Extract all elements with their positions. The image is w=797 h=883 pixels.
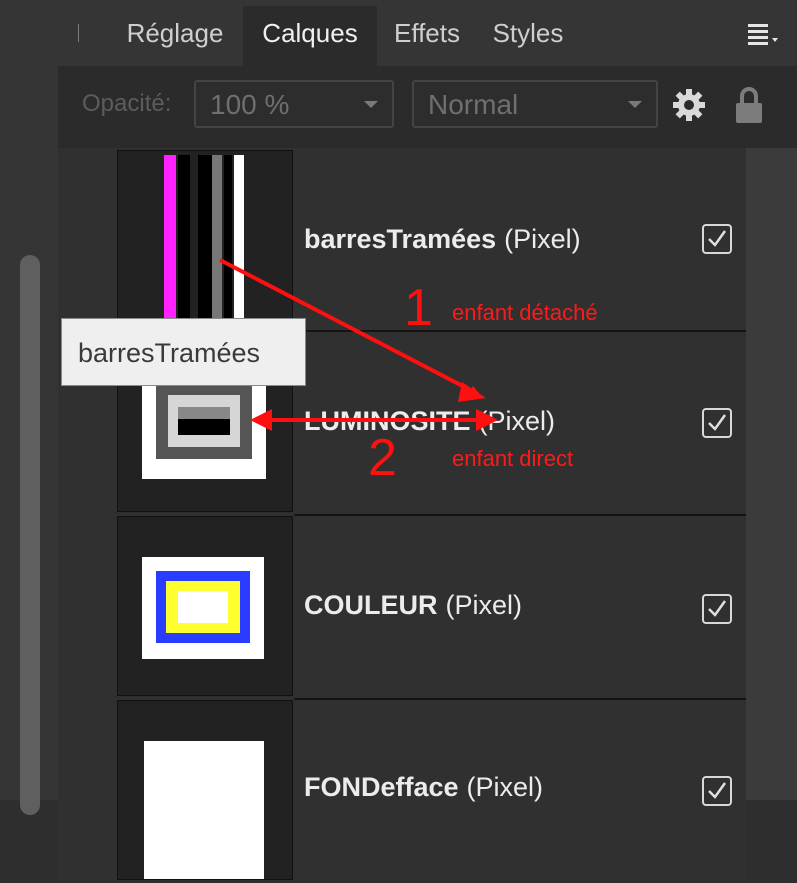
chevron-down-icon <box>364 101 378 108</box>
layer-toolbar: Opacité: 100 % Normal <box>58 66 797 148</box>
vertical-scrollbar[interactable] <box>20 255 40 815</box>
layer-thumbnail <box>117 150 293 330</box>
tab-reglage[interactable]: Réglage <box>108 6 242 66</box>
tab-styles[interactable]: Styles <box>478 6 578 66</box>
gear-icon[interactable] <box>672 88 706 122</box>
blend-mode-dropdown[interactable]: Normal <box>412 80 658 128</box>
layer-list-gutter <box>746 148 797 800</box>
left-strip <box>0 0 58 815</box>
annotation-number-2: 2 <box>368 429 397 487</box>
layer-thumbnail <box>117 516 293 696</box>
tab-effets[interactable]: Effets <box>378 6 476 66</box>
annotation-label-2: enfant direct <box>452 446 574 471</box>
lock-icon[interactable] <box>735 86 763 124</box>
opacity-value: 100 % <box>210 89 290 120</box>
layer-tooltip: barresTramées <box>61 318 306 386</box>
tab-calques[interactable]: Calques <box>243 6 377 66</box>
layer-name: LUMINOSITE (Pixel) <box>304 405 556 436</box>
layer-visibility-checkbox[interactable] <box>702 594 732 624</box>
layer-name: FONDefface (Pixel) <box>304 772 544 802</box>
layer-visibility-checkbox[interactable] <box>702 224 732 254</box>
layer-list: barresTramées(Pixel) LUMINOSITE(Pixel) <box>58 148 797 880</box>
layer-visibility-checkbox[interactable] <box>702 776 732 806</box>
layer-row-barres-tramees[interactable]: barresTramées (Pixel) <box>58 148 746 330</box>
layer-name: COULEUR (Pixel) <box>304 589 523 620</box>
layer-visibility-checkbox[interactable] <box>702 408 732 438</box>
blend-mode-value: Normal <box>428 89 519 120</box>
layer-row-fondefface[interactable]: FONDefface (Pixel) <box>58 698 746 880</box>
annotation-number-1: 1 <box>404 279 433 337</box>
tab-separator <box>78 24 79 42</box>
annotation-label-1: enfant détaché <box>452 300 598 325</box>
chevron-down-icon <box>628 101 642 108</box>
opacity-label: Opacité: <box>82 90 172 117</box>
panel-menu-icon[interactable] <box>748 20 778 46</box>
layer-thumbnail <box>117 700 293 880</box>
opacity-dropdown[interactable]: 100 % <box>194 80 394 128</box>
tab-bar: Réglage Calques Effets Styles <box>58 0 797 66</box>
layer-row-couleur[interactable]: COULEUR (Pixel) <box>58 514 746 696</box>
